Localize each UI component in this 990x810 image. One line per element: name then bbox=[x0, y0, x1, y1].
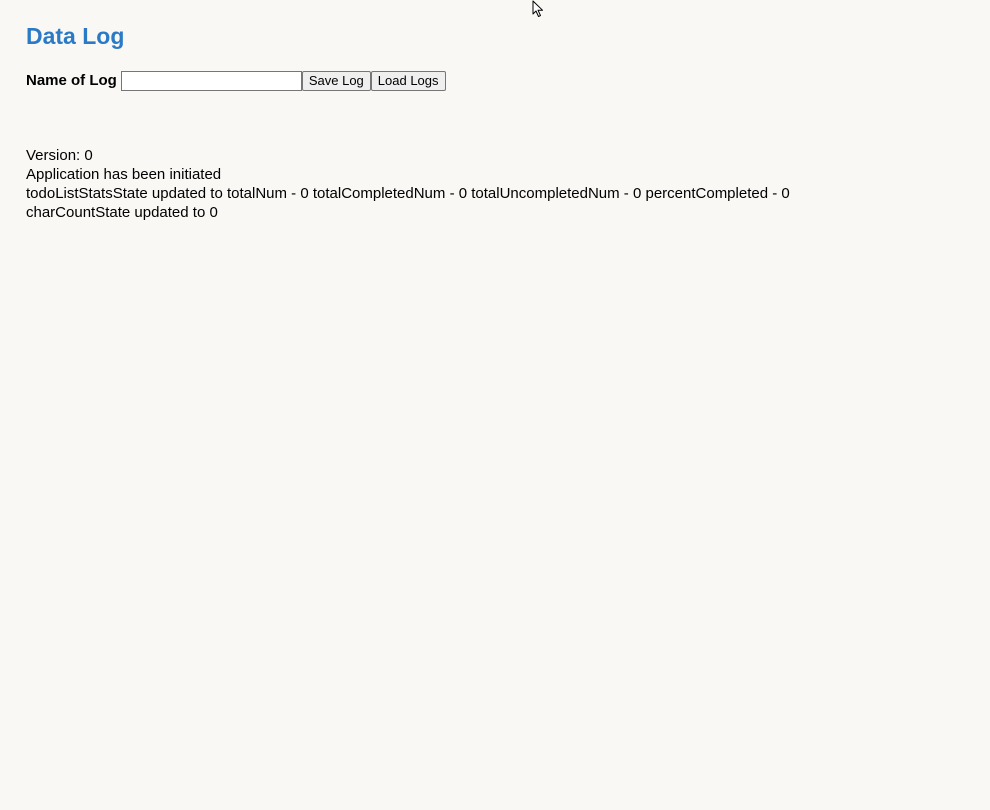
log-line-initiated: Application has been initiated bbox=[26, 166, 222, 183]
log-line-version: Version: 0 bbox=[26, 147, 93, 164]
load-logs-button[interactable]: Load Logs bbox=[370, 71, 446, 91]
log-output: Version: 0 Application has been initiate… bbox=[26, 146, 790, 222]
log-name-input[interactable] bbox=[120, 71, 302, 91]
log-name-label: Name of Log bbox=[26, 72, 117, 89]
page-title: Data Log bbox=[26, 23, 125, 49]
log-line-char-count: charCountState updated to 0 bbox=[26, 204, 218, 221]
save-log-button[interactable]: Save Log bbox=[301, 71, 371, 91]
log-name-form: Name of Log Save Log Load Logs bbox=[26, 71, 446, 91]
mouse-pointer-icon bbox=[532, 0, 543, 17]
log-line-todo-stats: todoListStatsState updated to totalNum -… bbox=[26, 185, 790, 202]
